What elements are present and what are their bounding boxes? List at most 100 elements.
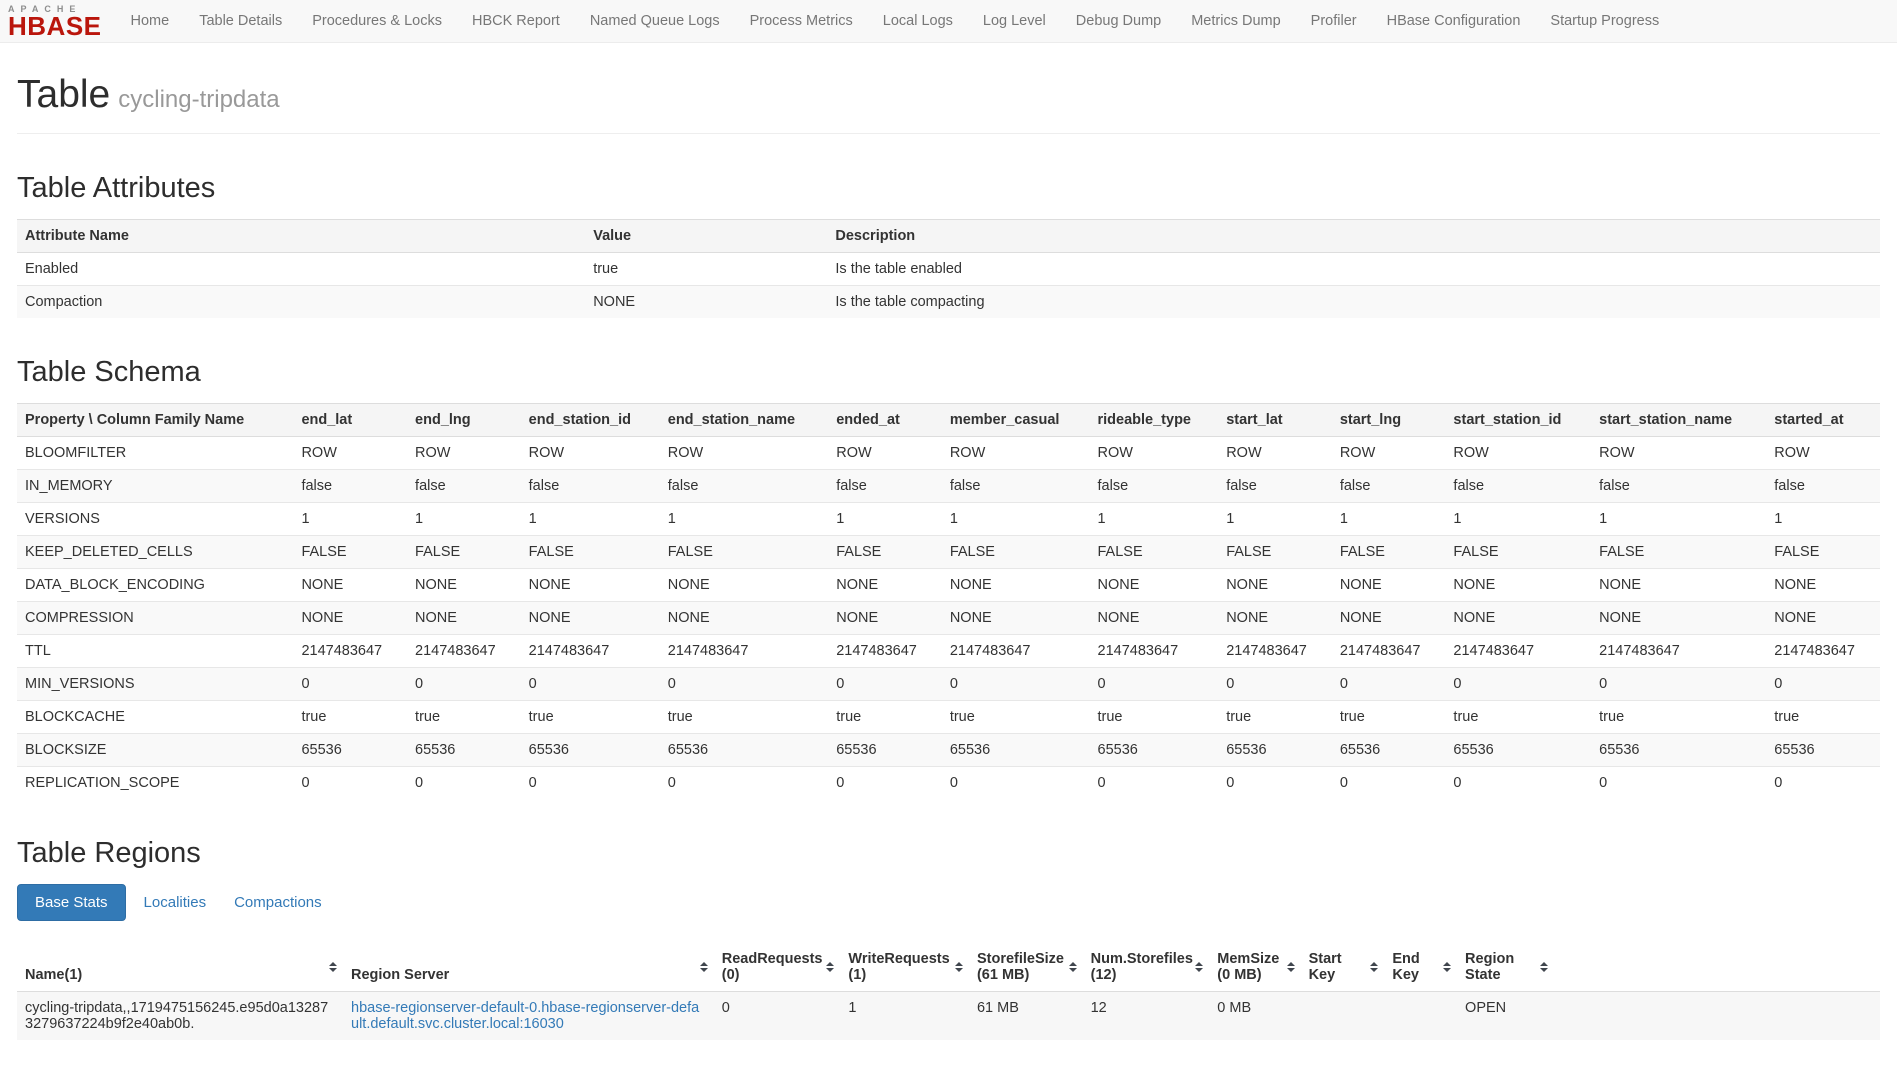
- tab-compactions[interactable]: Compactions: [234, 894, 322, 911]
- schema-value-cell: 2147483647: [1445, 635, 1591, 668]
- schema-value-cell: true: [293, 701, 407, 734]
- regions-col-start-key[interactable]: Start Key: [1301, 943, 1385, 992]
- tab-base-stats[interactable]: Base Stats: [17, 884, 126, 921]
- nav-item-profiler[interactable]: Profiler: [1296, 1, 1372, 41]
- sort-down-arrow: [826, 968, 834, 972]
- schema-value-cell: NONE: [521, 569, 660, 602]
- page-container: Tablecycling-tripdata Table Attributes A…: [0, 73, 1897, 1040]
- schema-value-cell: 1: [1332, 503, 1446, 536]
- schema-value-cell: NONE: [1766, 569, 1880, 602]
- attribute-row-compaction: CompactionNONEIs the table compacting: [17, 286, 1880, 319]
- tab-localities[interactable]: Localities: [144, 894, 207, 911]
- sort-down-arrow: [1540, 968, 1548, 972]
- regions-col-label: End Key: [1392, 951, 1419, 983]
- schema-value-cell: 65536: [1090, 734, 1219, 767]
- schema-row-bloomfilter: BLOOMFILTERROWROWROWROWROWROWROWROWROWRO…: [17, 437, 1880, 470]
- nav-item-home[interactable]: Home: [116, 1, 185, 41]
- schema-value-cell: 0: [1445, 668, 1591, 701]
- schema-header-row: Property \ Column Family Nameend_latend_…: [17, 404, 1880, 437]
- schema-value-cell: 1: [293, 503, 407, 536]
- attributes-col-description: Description: [827, 220, 1880, 253]
- schema-value-cell: 0: [660, 668, 828, 701]
- nav-item-metrics-dump[interactable]: Metrics Dump: [1176, 1, 1295, 41]
- nav-item-process-metrics[interactable]: Process Metrics: [735, 1, 868, 41]
- schema-col-property: Property \ Column Family Name: [17, 404, 293, 437]
- schema-row-compression: COMPRESSIONNONENONENONENONENONENONENONEN…: [17, 602, 1880, 635]
- schema-value-cell: ROW: [1445, 437, 1591, 470]
- schema-value-cell: 65536: [660, 734, 828, 767]
- regions-col-label: Num.Storefiles (12): [1091, 951, 1193, 983]
- attribute-name-cell: Enabled: [17, 253, 585, 286]
- schema-value-cell: NONE: [660, 569, 828, 602]
- sort-icon: [700, 962, 708, 972]
- schema-value-cell: false: [1332, 470, 1446, 503]
- schema-col-started-at: started_at: [1766, 404, 1880, 437]
- schema-value-cell: NONE: [942, 569, 1090, 602]
- nav-item-local-logs[interactable]: Local Logs: [868, 1, 968, 41]
- schema-value-cell: 1: [521, 503, 660, 536]
- schema-value-cell: 0: [407, 668, 521, 701]
- regions-col-region-state[interactable]: Region State: [1457, 943, 1554, 992]
- schema-value-cell: ROW: [1090, 437, 1219, 470]
- schema-value-cell: 65536: [521, 734, 660, 767]
- sort-up-arrow: [1287, 962, 1295, 966]
- schema-value-cell: 65536: [1218, 734, 1332, 767]
- schema-value-cell: 0: [1332, 668, 1446, 701]
- attributes-col-value: Value: [585, 220, 827, 253]
- schema-col-rideable-type: rideable_type: [1090, 404, 1219, 437]
- region-read-requests-cell: 0: [714, 992, 841, 1041]
- schema-value-cell: NONE: [828, 602, 942, 635]
- regions-col-storefilesize-61-mb[interactable]: StorefileSize (61 MB): [969, 943, 1083, 992]
- schema-value-cell: true: [828, 701, 942, 734]
- schema-col-end-lng: end_lng: [407, 404, 521, 437]
- regions-col-writerequests-1[interactable]: WriteRequests (1): [840, 943, 969, 992]
- page-subtitle: cycling-tripdata: [118, 86, 279, 113]
- sort-up-arrow: [1540, 962, 1548, 966]
- regions-col-region-server[interactable]: Region Server: [343, 943, 714, 992]
- hbase-logo[interactable]: APACHE HBASE: [8, 3, 102, 39]
- nav-item-hbck-report[interactable]: HBCK Report: [457, 1, 575, 41]
- nav-item-startup-progress[interactable]: Startup Progress: [1535, 1, 1674, 41]
- region-row: cycling-tripdata,,1719475156245.e95d0a13…: [17, 992, 1880, 1041]
- schema-value-cell: 0: [1090, 668, 1219, 701]
- schema-property-cell: REPLICATION_SCOPE: [17, 767, 293, 800]
- schema-value-cell: true: [942, 701, 1090, 734]
- schema-value-cell: NONE: [407, 569, 521, 602]
- nav-item-table-details[interactable]: Table Details: [184, 1, 297, 41]
- schema-row-keep-deleted-cells: KEEP_DELETED_CELLSFALSEFALSEFALSEFALSEFA…: [17, 536, 1880, 569]
- sort-down-arrow: [1287, 968, 1295, 972]
- schema-value-cell: 0: [942, 767, 1090, 800]
- schema-col-start-lat: start_lat: [1218, 404, 1332, 437]
- schema-col-ended-at: ended_at: [828, 404, 942, 437]
- schema-value-cell: 2147483647: [407, 635, 521, 668]
- regions-col-readrequests-0[interactable]: ReadRequests (0): [714, 943, 841, 992]
- schema-value-cell: 2147483647: [521, 635, 660, 668]
- schema-value-cell: true: [1332, 701, 1446, 734]
- schema-value-cell: false: [660, 470, 828, 503]
- schema-property-cell: COMPRESSION: [17, 602, 293, 635]
- regions-col-num-storefiles-12[interactable]: Num.Storefiles (12): [1083, 943, 1210, 992]
- schema-value-cell: FALSE: [1090, 536, 1219, 569]
- schema-row-min-versions: MIN_VERSIONS000000000000: [17, 668, 1880, 701]
- nav-menu: HomeTable DetailsProcedures & LocksHBCK …: [116, 1, 1675, 41]
- nav-item-log-level[interactable]: Log Level: [968, 1, 1061, 41]
- nav-item-procedures-locks[interactable]: Procedures & Locks: [297, 1, 457, 41]
- attribute-name-cell: Compaction: [17, 286, 585, 319]
- nav-item-named-queue-logs[interactable]: Named Queue Logs: [575, 1, 735, 41]
- regions-col-label: Name(1): [25, 967, 82, 983]
- region-server-link[interactable]: hbase-regionserver-default-0.hbase-regio…: [351, 1000, 699, 1032]
- nav-item-debug-dump[interactable]: Debug Dump: [1061, 1, 1176, 41]
- schema-value-cell: 0: [1445, 767, 1591, 800]
- schema-value-cell: 0: [1090, 767, 1219, 800]
- schema-value-cell: 1: [1445, 503, 1591, 536]
- region-filler-cell: [1554, 992, 1880, 1041]
- schema-property-cell: BLOOMFILTER: [17, 437, 293, 470]
- nav-item-hbase-configuration[interactable]: HBase Configuration: [1372, 1, 1536, 41]
- schema-value-cell: NONE: [660, 602, 828, 635]
- regions-col-end-key[interactable]: End Key: [1384, 943, 1457, 992]
- sort-up-arrow: [1370, 962, 1378, 966]
- regions-col-label: WriteRequests (1): [848, 951, 949, 983]
- region-num-storefiles-cell: 12: [1083, 992, 1210, 1041]
- regions-col-memsize-0-mb[interactable]: MemSize (0 MB): [1209, 943, 1300, 992]
- regions-col-name-1[interactable]: Name(1): [17, 943, 343, 992]
